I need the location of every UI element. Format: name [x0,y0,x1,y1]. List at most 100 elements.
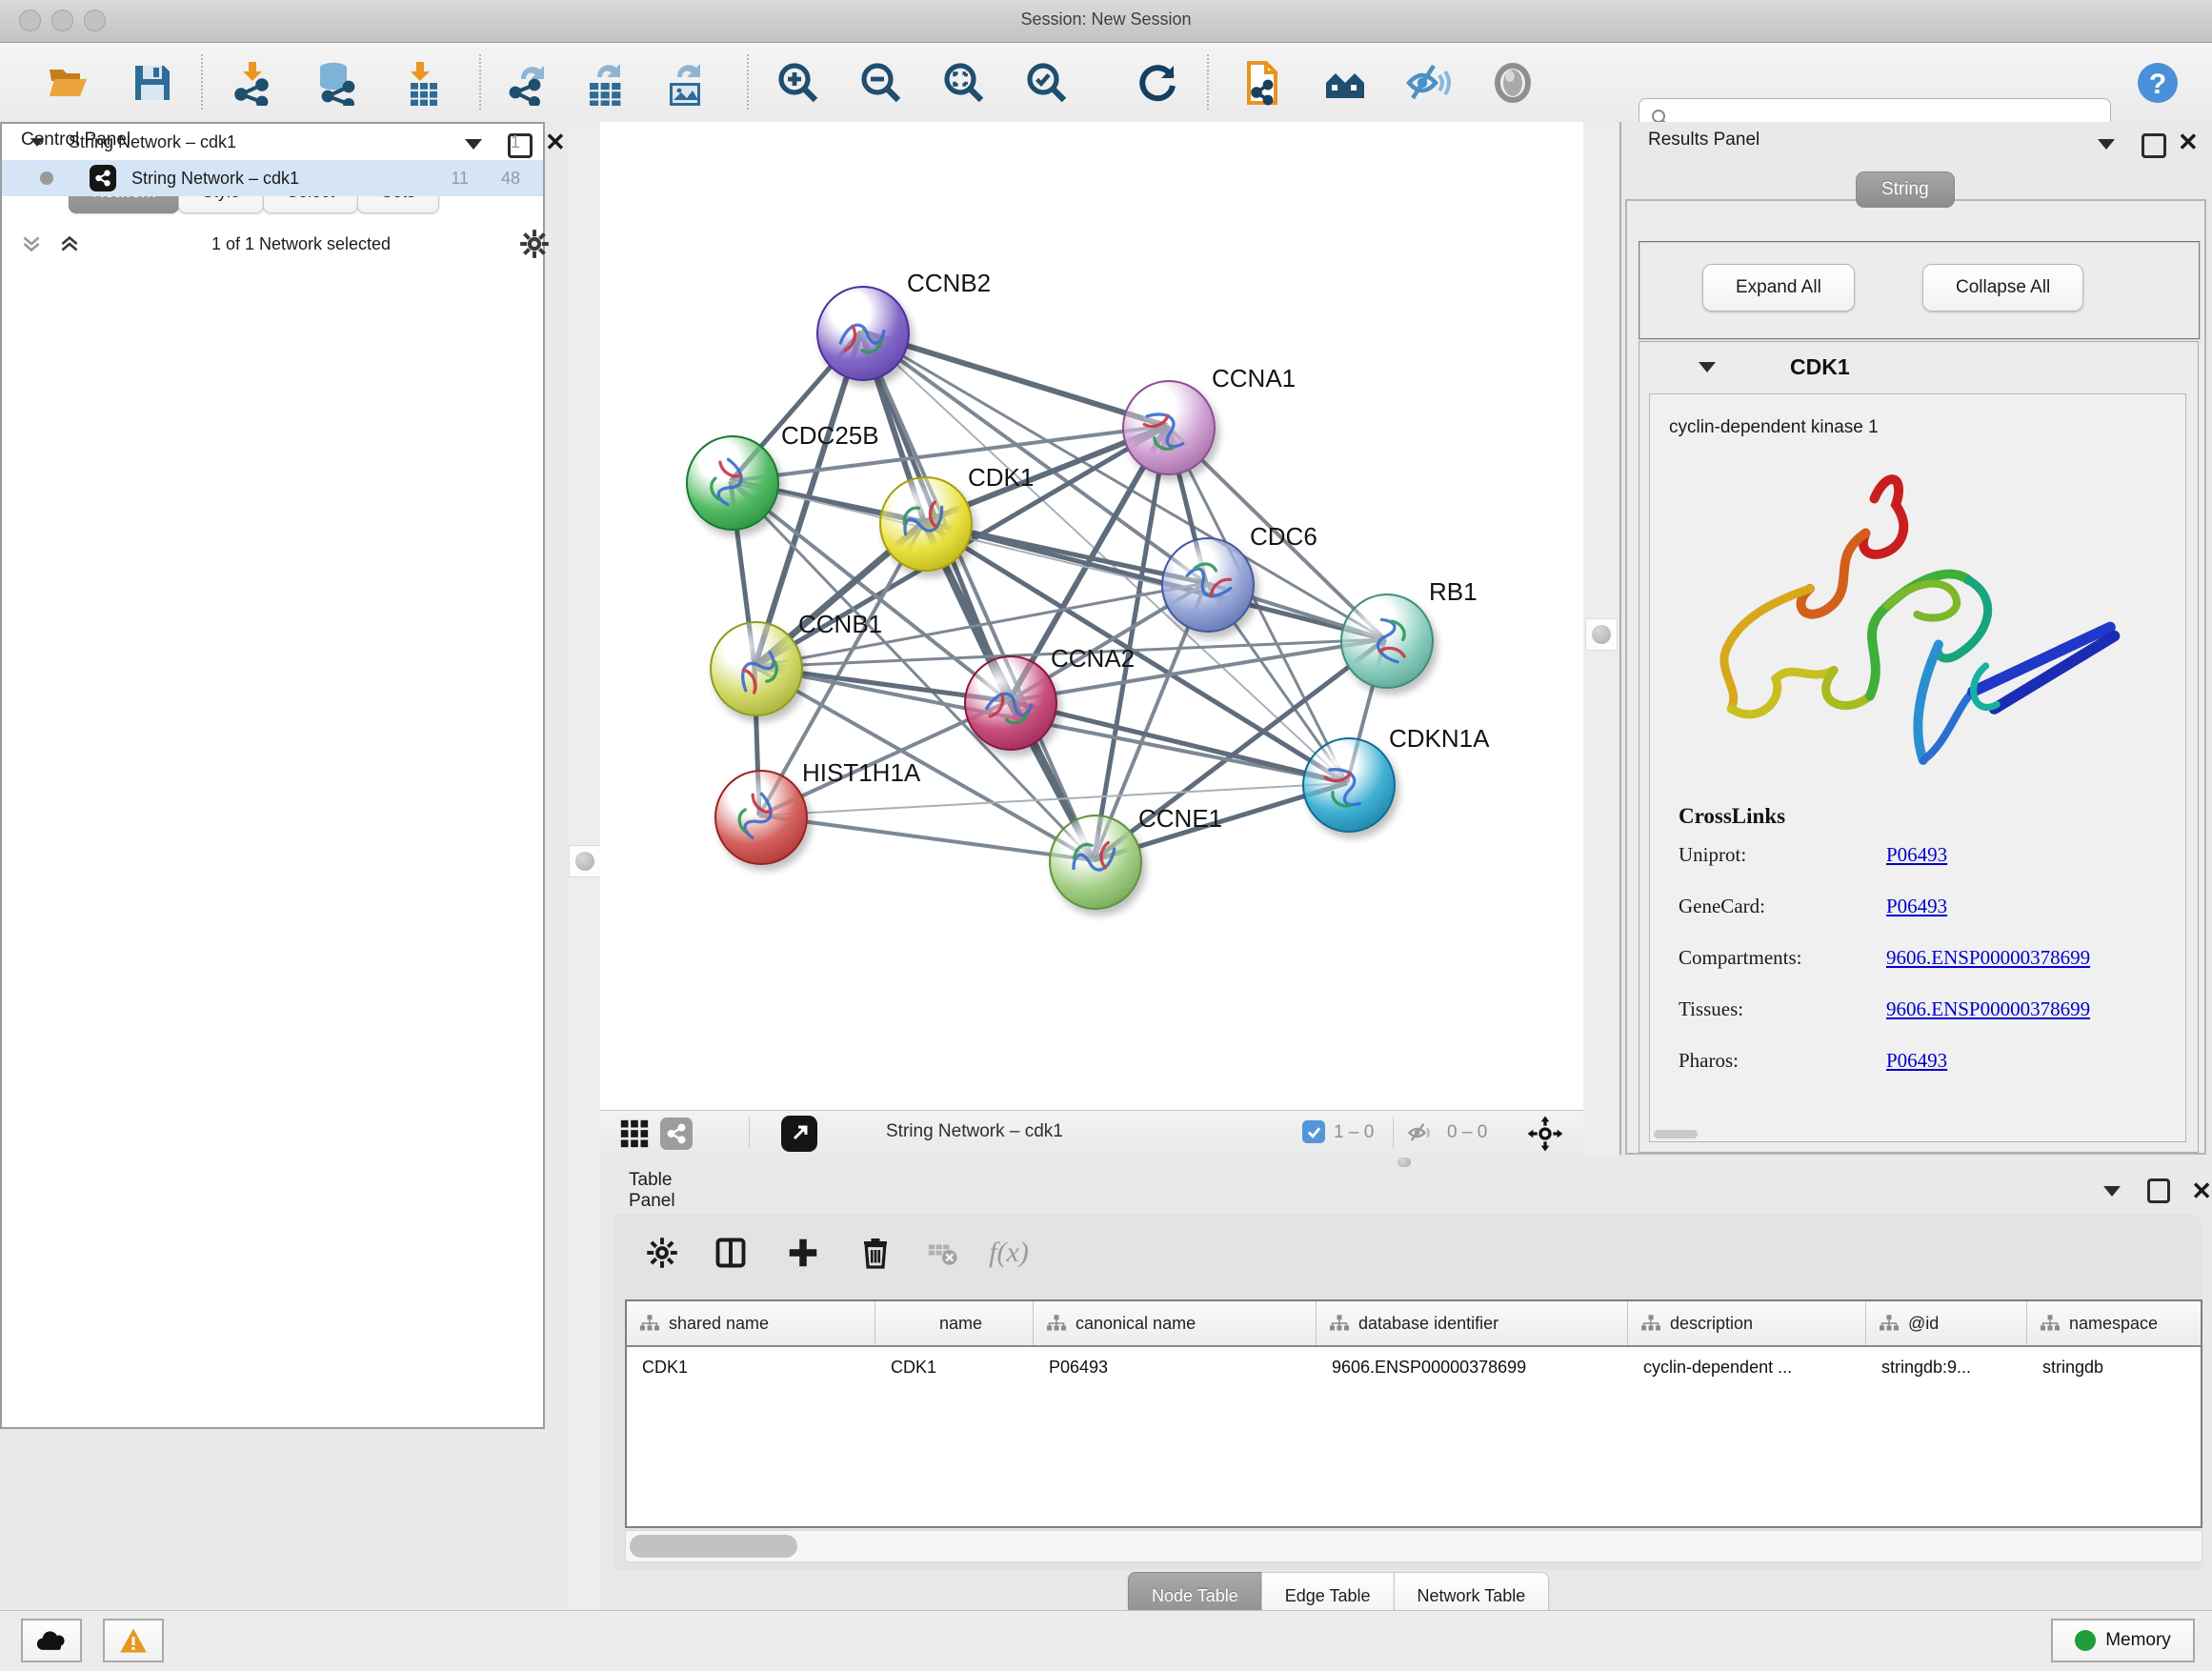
save-session-button[interactable] [129,59,176,107]
column-header-namespace[interactable]: namespace [2027,1301,2202,1345]
export-table-button[interactable] [581,59,629,107]
network-list-button[interactable] [660,1117,693,1150]
cell-@id[interactable]: stringdb:9... [1866,1358,2027,1378]
results-scroll-thumb[interactable] [1654,1130,1698,1138]
birdseye-toggle-button[interactable] [1526,1115,1564,1158]
string-import-button[interactable] [1238,59,1286,107]
gear-icon[interactable] [518,228,551,260]
node-CCNB2[interactable] [816,286,910,381]
table-hscrollbar[interactable] [625,1530,2202,1562]
cell-description[interactable]: cyclin-dependent ... [1628,1358,1866,1378]
tree-row[interactable]: String Network – cdk11 [2,124,543,160]
node-CCNB1[interactable] [710,621,803,716]
table-panel-float-icon[interactable] [2147,1178,2171,1203]
cell-namespace[interactable]: stringdb [2027,1358,2202,1378]
detach-view-button[interactable] [781,1116,817,1152]
table-settings-button[interactable] [640,1231,684,1275]
memory-button[interactable]: Memory [2051,1619,2195,1662]
level-of-detail-button[interactable] [1489,59,1537,107]
warnings-button[interactable] [103,1619,164,1662]
node-CDC25B[interactable] [686,435,779,531]
left-splitter-handle[interactable] [569,845,601,877]
control-panel-close-icon[interactable]: ✕ [545,132,566,155]
cell-database-identifier[interactable]: 9606.ENSP00000378699 [1317,1358,1628,1378]
cloud-button[interactable] [21,1619,82,1662]
crosslink-link[interactable]: P06493 [1886,843,1947,867]
left-splitter[interactable] [568,122,600,1610]
network-canvas[interactable]: CCNB2CCNA1CDC25BCDK1CDC6RB1CCNB1CCNA2CDK… [600,122,1583,1110]
column-header-name[interactable]: name [875,1301,1034,1345]
node-CDKN1A[interactable] [1302,737,1396,833]
node-RB1[interactable] [1340,594,1434,689]
open-session-button[interactable] [45,59,92,107]
hide-graphics-button[interactable] [1404,59,1452,107]
selected-count: 1 – 0 [1334,1122,1374,1143]
results-panel-collapse-icon[interactable] [2098,137,2115,154]
column-header-description[interactable]: description [1628,1301,1866,1345]
column-header-database-identifier[interactable]: database identifier [1317,1301,1628,1345]
delete-table-button[interactable] [920,1231,964,1275]
selected-checkbox[interactable] [1302,1120,1325,1143]
zoom-out-button[interactable] [857,59,905,107]
function-builder-button[interactable]: f(x) [987,1231,1031,1275]
results-panel-float-icon[interactable] [2142,133,2166,163]
crosslink-link[interactable]: P06493 [1886,1049,1947,1073]
cell-name[interactable]: CDK1 [875,1358,1034,1378]
node-CCNA1[interactable] [1122,380,1216,475]
collapse-all-icon[interactable] [17,232,46,256]
tab-string[interactable]: String [1856,171,1955,208]
column-header-canonical-name[interactable]: canonical name [1034,1301,1317,1345]
delete-column-button[interactable] [854,1231,897,1275]
cell-shared-name[interactable]: CDK1 [627,1358,875,1378]
table-panel-collapse-icon[interactable] [2103,1186,2121,1197]
node-CDC6[interactable] [1161,537,1255,633]
right-splitter-handle[interactable] [1585,618,1618,651]
network-tree: String Network – cdk11String Network – c… [0,122,545,1429]
expand-all-icon[interactable] [55,232,84,256]
cell-canonical-name[interactable]: P06493 [1034,1358,1317,1378]
column-header-shared-name[interactable]: shared name [627,1301,875,1345]
crosslink-link[interactable]: 9606.ENSP00000378699 [1886,946,2090,970]
zoom-selected-button[interactable] [1023,59,1071,107]
import-network-file-button[interactable] [229,59,276,107]
node-HIST1H1A[interactable] [714,770,808,865]
crosslink-link[interactable]: P06493 [1886,895,1947,918]
export-network-button[interactable] [505,59,553,107]
import-table-button[interactable] [396,59,444,107]
node-CDK1[interactable] [879,476,973,572]
horizontal-splitter-handle[interactable] [1398,1158,1411,1167]
tree-expander-icon[interactable] [30,138,44,147]
show-columns-button[interactable] [709,1231,753,1275]
zoom-fit-button[interactable] [940,59,988,107]
apply-layout-button[interactable] [1134,59,1181,107]
node-label-CCNA2: CCNA2 [1051,644,1135,674]
export-image-button[interactable] [661,59,709,107]
tree-row[interactable]: String Network – cdk11148 [2,160,543,196]
node-CCNA2[interactable] [964,655,1057,751]
zoom-in-button[interactable] [774,59,822,107]
add-column-button[interactable] [781,1231,825,1275]
table-row[interactable]: CDK1CDK1P064939606.ENSP00000378699cyclin… [627,1347,2201,1387]
column-header-@id[interactable]: @id [1866,1301,2027,1345]
open-folder-icon [46,60,91,106]
table-hscrollbar-thumb[interactable] [630,1535,797,1558]
toolbar-separator [201,54,203,110]
help-button[interactable]: ? [2134,59,2182,107]
crosslink-row: GeneCard:P06493 [1679,880,2090,932]
grid-view-button[interactable] [618,1117,651,1155]
import-network-database-button[interactable] [312,59,359,107]
right-splitter[interactable] [1583,122,1619,1155]
expand-all-button[interactable]: Expand All [1702,264,1855,312]
horizontal-splitter[interactable] [600,1155,2212,1170]
gene-section-header[interactable]: CDK1 [1639,342,2198,392]
section-collapse-icon[interactable] [1699,362,1716,372]
results-panel-close-icon[interactable]: ✕ [2178,132,2199,155]
toolbar-separator [747,54,749,110]
table-panel-close-icon[interactable]: ✕ [2191,1181,2212,1200]
collapse-all-button[interactable]: Collapse All [1922,264,2083,312]
string-results-container: Expand All Collapse All CDK1 cyclin-depe… [1625,199,2206,1155]
houses-button[interactable] [1321,59,1369,107]
toolbar-separator [749,1117,750,1149]
node-CCNE1[interactable] [1049,815,1142,910]
crosslink-link[interactable]: 9606.ENSP00000378699 [1886,997,2090,1021]
